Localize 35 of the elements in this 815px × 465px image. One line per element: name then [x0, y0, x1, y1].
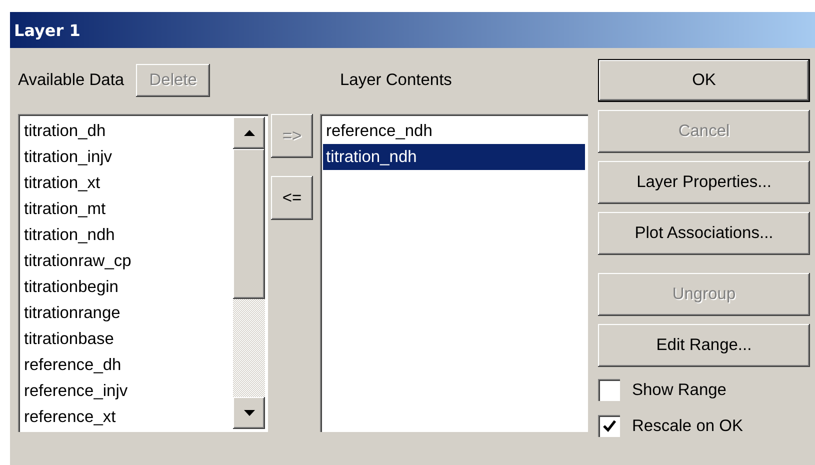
list-label: Available Data — [18, 70, 124, 90]
scroll-down-button[interactable] — [233, 397, 265, 429]
list-item[interactable]: titrationbegin — [21, 274, 233, 300]
up-arrow-icon — [244, 130, 254, 136]
checkbox-label[interactable]: Show Range — [632, 380, 726, 400]
checkmark-icon — [602, 420, 616, 432]
list-item[interactable]: titrationrange — [21, 300, 233, 326]
list-item[interactable]: titration_mt — [21, 196, 233, 222]
checkbox[interactable] — [598, 379, 620, 401]
scrollbar[interactable] — [233, 117, 265, 429]
layer-contents-list[interactable]: reference_ndh titration_ndh — [320, 114, 588, 432]
available-data-list[interactable]: titration_dh titration_injv titration_xt titration_mt titration_ndh titrationraw_cp titrationbegin titrationrange titrationbase reference_dh reference_injv reference_xt — [18, 114, 268, 432]
scroll-up-button[interactable] — [233, 117, 265, 149]
down-arrow-icon — [244, 410, 254, 416]
dialog-button[interactable]: OK — [598, 59, 810, 102]
list-item[interactable]: reference_dh — [21, 352, 233, 378]
scroll-thumb[interactable] — [233, 149, 265, 299]
dialog-button[interactable]: Layer Properties... — [598, 161, 810, 204]
list-item[interactable]: reference_injv — [21, 378, 233, 404]
dialog-button[interactable]: Edit Range... — [598, 324, 810, 367]
list-item[interactable]: reference_ndh — [323, 118, 585, 144]
window-title: Layer 1 — [14, 20, 80, 40]
list-item[interactable]: reference_xt — [21, 404, 233, 430]
checkbox-label[interactable]: Rescale on OK — [632, 416, 743, 436]
dialog-button[interactable]: Plot Associations... — [598, 212, 810, 255]
list-item[interactable]: titration_xt — [21, 170, 233, 196]
list-item[interactable]: titration_ndh — [323, 144, 585, 170]
list-item[interactable]: titrationbase — [21, 326, 233, 352]
list-item[interactable]: titrationraw_cp — [21, 248, 233, 274]
list-item[interactable]: titration_injv — [21, 144, 233, 170]
checkbox[interactable] — [598, 415, 620, 437]
move-button[interactable]: <= — [271, 176, 313, 220]
list-item[interactable]: titration_ndh — [21, 222, 233, 248]
list-item[interactable]: titration_dh — [21, 118, 233, 144]
list-label: Layer Contents — [339, 70, 452, 90]
